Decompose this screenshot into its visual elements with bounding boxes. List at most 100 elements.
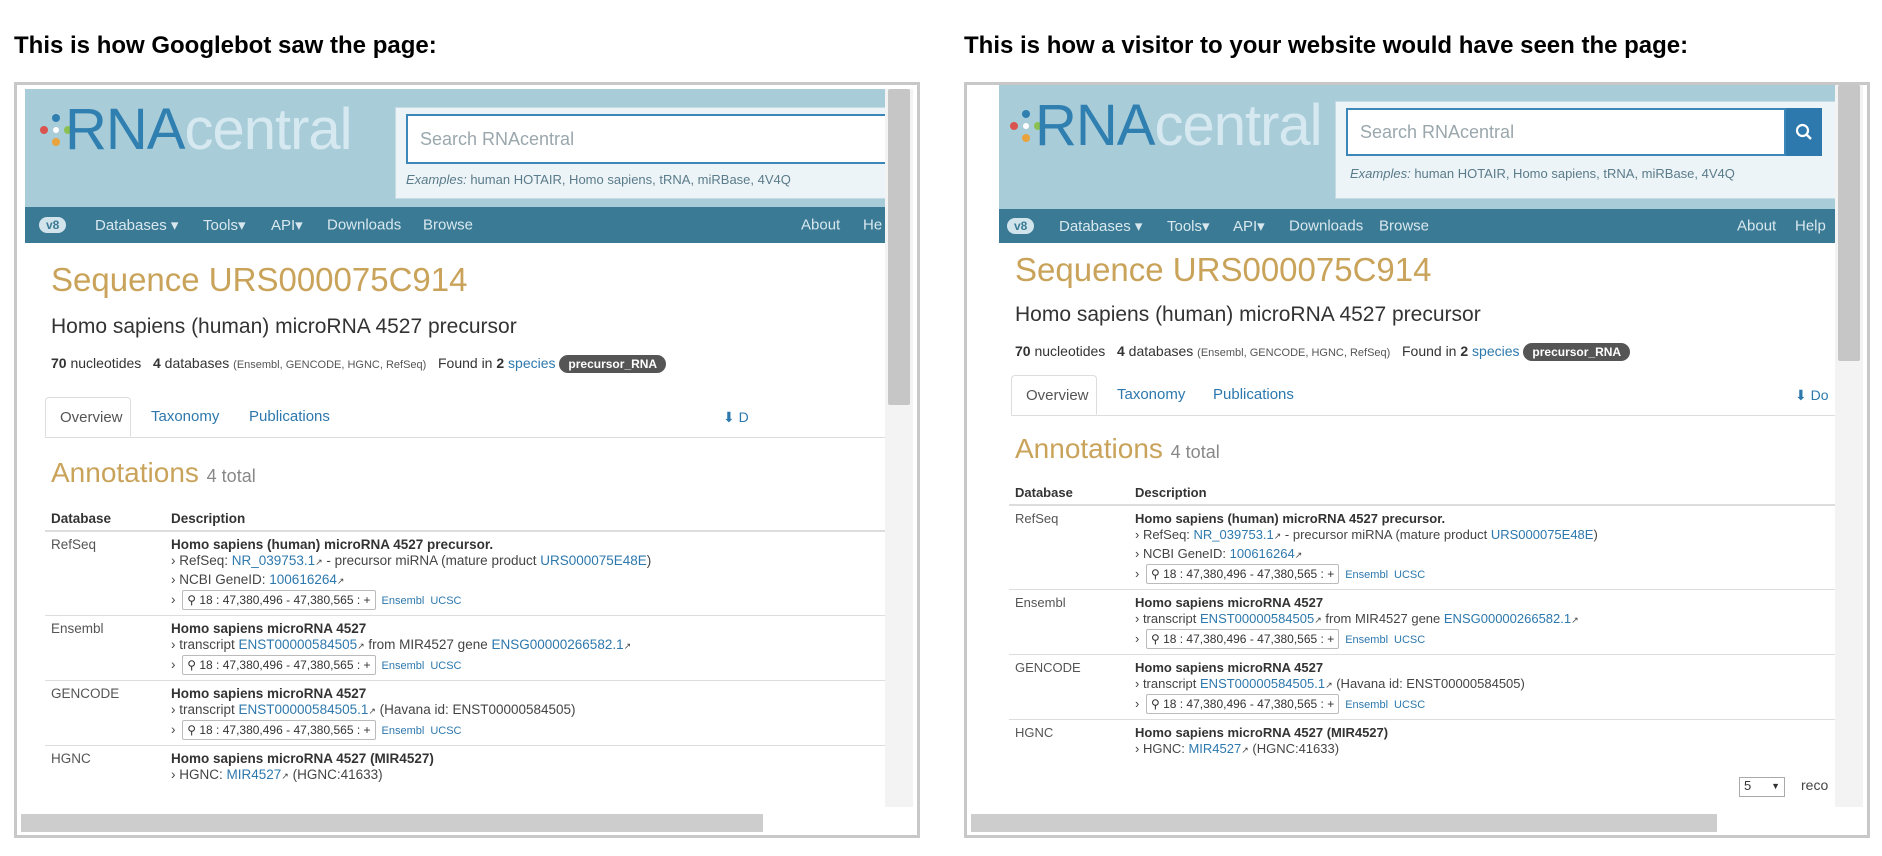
- external-link-icon: ↗: [1294, 550, 1303, 560]
- examples-list[interactable]: human HOTAIR, Homo sapiens, tRNA, miRBas…: [1414, 166, 1735, 181]
- nav-help[interactable]: He: [863, 217, 882, 234]
- page-size-value: 5: [1744, 778, 1752, 793]
- external-link-icon: ↗: [1325, 680, 1333, 690]
- rnacentral-logo[interactable]: RNAcentral: [65, 101, 353, 159]
- horizontal-scrollbar-thumb[interactable]: [971, 814, 1717, 832]
- rna-type-badge: precursor_RNA: [559, 355, 667, 373]
- row-line-text: - precursor miRNA (mature product: [1281, 527, 1491, 542]
- search-button[interactable]: [1786, 108, 1822, 156]
- hgnc-link[interactable]: MIR4527: [227, 767, 282, 782]
- species-link[interactable]: species: [1472, 343, 1519, 359]
- horizontal-scrollbar-thumb[interactable]: [21, 814, 763, 832]
- nav-about[interactable]: About: [1737, 218, 1776, 235]
- tab-overview[interactable]: Overview: [1011, 375, 1097, 415]
- mature-product-link[interactable]: URS000075E48E: [1491, 527, 1594, 542]
- search-input[interactable]: Search RNAcentral: [406, 114, 885, 164]
- vertical-scrollbar-thumb[interactable]: [888, 89, 910, 405]
- external-link-icon: ↗: [357, 641, 365, 651]
- vertical-scrollbar[interactable]: [885, 89, 913, 807]
- nav-databases[interactable]: Databases ▾: [1059, 217, 1142, 235]
- download-link[interactable]: ⬇ D: [723, 409, 749, 426]
- ensembl-link[interactable]: Ensembl: [1345, 634, 1388, 646]
- genome-location[interactable]: ⚲ 18 : 47,380,496 - 47,380,565 : +: [1145, 564, 1340, 584]
- row-description: Homo sapiens microRNA 4527 › transcript …: [165, 615, 885, 681]
- external-link-icon: ↗: [336, 576, 345, 586]
- transcript-link[interactable]: ENST00000584505.1: [239, 702, 369, 717]
- genome-location[interactable]: ⚲ 18 : 47,380,496 - 47,380,565 : +: [1145, 629, 1340, 649]
- row-description: Homo sapiens (human) microRNA 4527 precu…: [1129, 504, 1835, 590]
- rnacentral-logo[interactable]: RNAcentral: [1035, 97, 1323, 155]
- tab-publications[interactable]: Publications: [235, 397, 344, 437]
- nucleotide-count: 70: [51, 355, 67, 371]
- horizontal-scrollbar[interactable]: [17, 811, 917, 835]
- genome-location[interactable]: ⚲ 18 : 47,380,496 - 47,380,565 : +: [182, 655, 376, 675]
- tab-taxonomy[interactable]: Taxonomy: [137, 397, 233, 437]
- row-location-line: › ⚲ 18 : 47,380,496 - 47,380,565 : + Ense…: [1135, 629, 1835, 649]
- nav-browse[interactable]: Browse: [1379, 218, 1429, 235]
- nav-api[interactable]: API▾: [1233, 217, 1265, 235]
- nav-tools[interactable]: Tools▾: [203, 216, 246, 234]
- gene-link[interactable]: ENSG00000266582.1: [491, 637, 623, 652]
- row-location-line: › ⚲ 18 : 47,380,496 - 47,380,565 : + Ense…: [1135, 694, 1835, 714]
- nucleotide-count: 70: [1015, 343, 1031, 359]
- row-title: Homo sapiens (human) microRNA 4527 precu…: [171, 537, 494, 552]
- ucsc-link[interactable]: UCSC: [430, 660, 461, 672]
- nav-databases[interactable]: Databases ▾: [95, 216, 178, 234]
- nav-help[interactable]: Help: [1795, 218, 1826, 235]
- horizontal-scrollbar[interactable]: [967, 811, 1867, 835]
- row-database: Ensembl: [45, 615, 165, 681]
- examples-label: Examples:: [406, 172, 467, 187]
- nav-about[interactable]: About: [801, 217, 840, 234]
- genome-location[interactable]: ⚲ 18 : 47,380,496 - 47,380,565 : +: [182, 590, 376, 610]
- hgnc-link[interactable]: MIR4527: [1188, 741, 1241, 756]
- row-line: › transcript ENST00000584505↗ from MIR45…: [171, 636, 885, 655]
- gene-link[interactable]: ENSG00000266582.1: [1444, 611, 1571, 626]
- tab-overview[interactable]: Overview: [45, 397, 131, 437]
- page-size-select[interactable]: 5 ▼: [1739, 777, 1785, 797]
- nav-browse[interactable]: Browse: [423, 217, 473, 234]
- nav-downloads[interactable]: Downloads: [327, 217, 401, 234]
- examples-list[interactable]: human HOTAIR, Homo sapiens, tRNA, miRBas…: [470, 172, 791, 187]
- row-database: RefSeq: [1009, 504, 1129, 590]
- transcript-link[interactable]: ENST00000584505: [1200, 611, 1314, 626]
- row-location-line: › ⚲ 18 : 47,380,496 - 47,380,565 : + Ense…: [1135, 564, 1835, 584]
- ensembl-link[interactable]: Ensembl: [382, 725, 425, 737]
- refseq-link[interactable]: NR_039753.1: [232, 553, 315, 568]
- mature-product-link[interactable]: URS000075E48E: [540, 553, 647, 568]
- ucsc-link[interactable]: UCSC: [1394, 634, 1425, 646]
- download-link[interactable]: ⬇ Do: [1795, 387, 1829, 404]
- row-line: › HGNC: MIR4527↗ (HGNC:41633): [171, 766, 885, 785]
- nav-tools[interactable]: Tools▾: [1167, 217, 1210, 235]
- row-line: › HGNC: MIR4527↗ (HGNC:41633): [1135, 740, 1835, 759]
- tab-publications[interactable]: Publications: [1199, 375, 1308, 415]
- genome-location[interactable]: ⚲ 18 : 47,380,496 - 47,380,565 : +: [1145, 694, 1340, 714]
- ucsc-link[interactable]: UCSC: [430, 595, 461, 607]
- ensembl-link[interactable]: Ensembl: [1345, 569, 1388, 581]
- vertical-scrollbar[interactable]: [1835, 85, 1863, 807]
- ucsc-link[interactable]: UCSC: [430, 725, 461, 737]
- genome-location[interactable]: ⚲ 18 : 47,380,496 - 47,380,565 : +: [182, 720, 376, 740]
- nav-downloads[interactable]: Downloads: [1289, 218, 1363, 235]
- gene-id-link[interactable]: 100616264: [269, 572, 337, 587]
- gene-id-link[interactable]: 100616264: [1230, 546, 1295, 561]
- ensembl-link[interactable]: Ensembl: [382, 595, 425, 607]
- refseq-link[interactable]: NR_039753.1: [1194, 527, 1274, 542]
- ucsc-link[interactable]: UCSC: [1394, 699, 1425, 711]
- species-link[interactable]: species: [508, 355, 555, 371]
- nav-api[interactable]: API▾: [271, 216, 303, 234]
- row-description: Homo sapiens microRNA 4527 (MIR4527) › H…: [1129, 719, 1835, 764]
- ensembl-link[interactable]: Ensembl: [382, 660, 425, 672]
- row-line-text: (HGNC:41633): [288, 767, 383, 782]
- ensembl-link[interactable]: Ensembl: [1345, 699, 1388, 711]
- ucsc-link[interactable]: UCSC: [1394, 569, 1425, 581]
- annotations-table: Database Description RefSeq Homo sapiens…: [45, 507, 885, 790]
- row-description: Homo sapiens microRNA 4527 › transcript …: [165, 680, 885, 746]
- transcript-link[interactable]: ENST00000584505: [239, 637, 358, 652]
- external-link-icon: ↗: [281, 771, 289, 781]
- tab-taxonomy[interactable]: Taxonomy: [1103, 375, 1199, 415]
- search-input[interactable]: Search RNAcentral: [1346, 108, 1786, 156]
- transcript-link[interactable]: ENST00000584505.1: [1200, 676, 1325, 691]
- row-line-prefix: › HGNC:: [171, 767, 227, 782]
- page-title: Sequence URS000075C914: [1015, 251, 1432, 288]
- vertical-scrollbar-thumb[interactable]: [1838, 85, 1860, 361]
